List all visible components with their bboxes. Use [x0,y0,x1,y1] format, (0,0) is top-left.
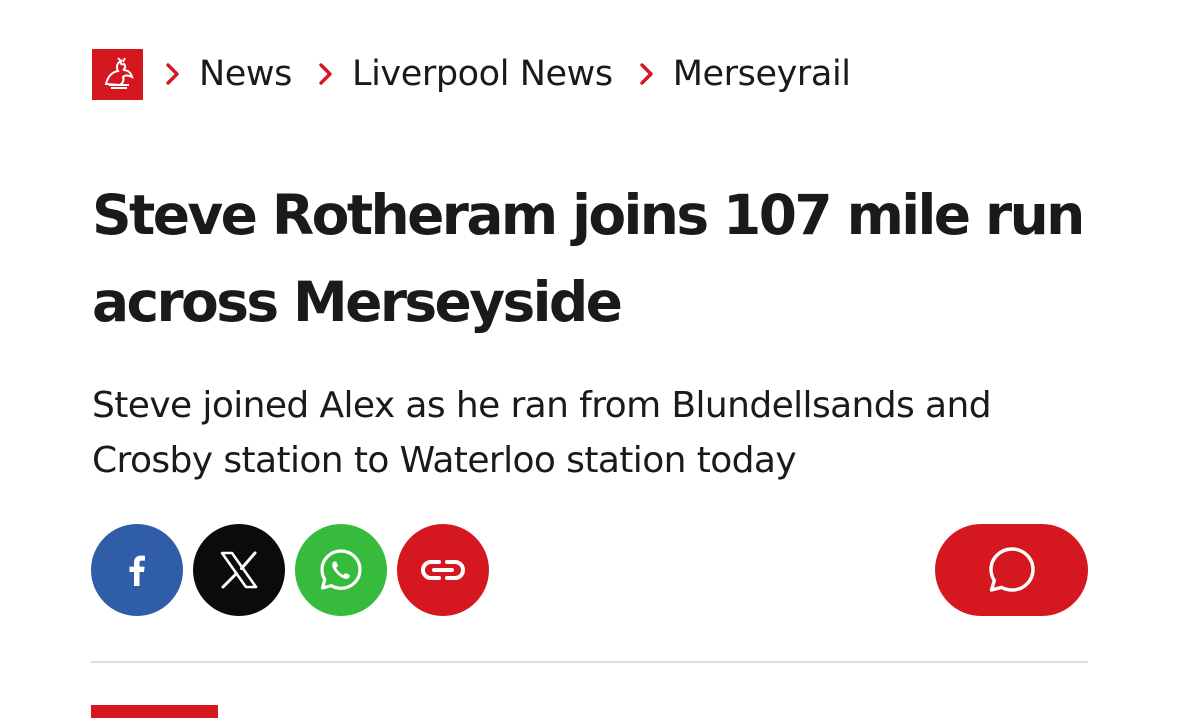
breadcrumb-item-merseyrail: Merseyrail [635,54,873,94]
whatsapp-icon [320,549,362,590]
breadcrumb-link-liverpool-news[interactable]: Liverpool News [352,54,613,94]
article-standfirst: Steve joined Alex as he ran from Blundel… [92,385,992,481]
share-x-button[interactable] [193,524,285,616]
home-logo-link[interactable] [92,48,143,100]
share-bar [91,524,499,616]
share-whatsapp-button[interactable] [295,524,387,616]
link-icon [420,560,466,580]
x-icon [220,551,258,589]
facebook-icon [129,555,145,586]
copy-link-button[interactable] [397,524,489,616]
divider [91,661,1088,663]
breadcrumb-link-news[interactable]: News [199,54,292,94]
share-facebook-button[interactable] [91,524,183,616]
chevron-right-icon [314,62,338,86]
breadcrumb-link-merseyrail[interactable]: Merseyrail [673,54,851,94]
breadcrumb-item-news: News [161,54,314,94]
chevron-right-icon [635,62,659,86]
article-headline: Steve Rotheram joins 107 mile run across… [92,183,1085,334]
breadcrumb-item-liverpool-news: Liverpool News [314,54,635,94]
breadcrumb: News Liverpool News Merseyrail [92,48,873,100]
comment-bubble-icon [988,547,1035,592]
section-accent-bar [91,705,218,718]
chevron-right-icon [161,62,185,86]
comments-button[interactable] [935,524,1088,616]
liver-bird-logo-icon [104,57,133,89]
